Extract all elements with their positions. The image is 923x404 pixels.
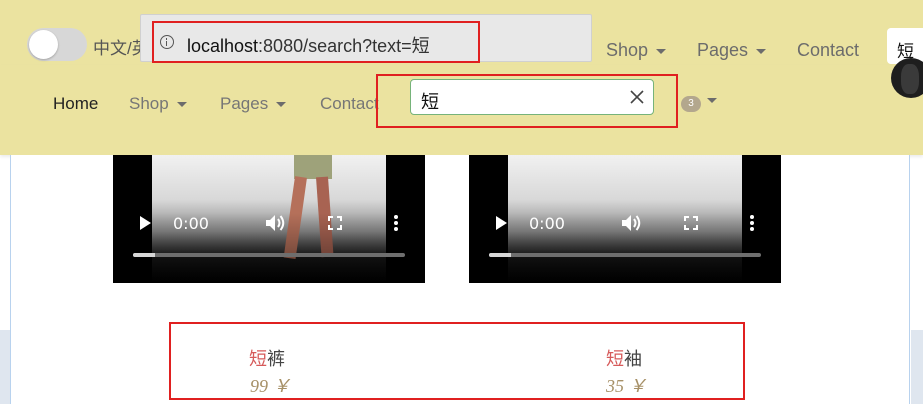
chevron-down-icon[interactable] <box>707 98 717 103</box>
left-strip <box>0 330 10 404</box>
chevron-down-icon <box>176 102 187 108</box>
video-player-2[interactable]: 0:00 <box>469 155 781 283</box>
url-highlight-box <box>152 21 480 63</box>
avatar[interactable] <box>891 58 923 98</box>
fullscreen-icon[interactable] <box>328 216 342 230</box>
navbar: Home Shop Pages Contact 短 3 <box>0 58 923 155</box>
chevron-down-icon <box>276 102 287 108</box>
product-highlight-box <box>169 322 745 400</box>
play-icon[interactable] <box>496 216 507 230</box>
more-icon[interactable] <box>750 215 754 231</box>
right-strip <box>911 330 923 404</box>
fullscreen-icon[interactable] <box>684 216 698 230</box>
back-nav-shop[interactable]: Shop <box>606 40 667 61</box>
video-time: 0:00 <box>173 214 209 233</box>
play-icon[interactable] <box>140 216 151 230</box>
video-time: 0:00 <box>529 214 565 233</box>
video-progress[interactable] <box>133 253 405 257</box>
chevron-down-icon <box>656 48 667 54</box>
nav-home[interactable]: Home <box>53 94 98 114</box>
video-player-1[interactable]: 0:00 <box>113 155 425 283</box>
back-nav-contact[interactable]: Contact <box>797 40 859 61</box>
language-toggle[interactable] <box>27 28 87 61</box>
nav-contact[interactable]: Contact <box>320 94 379 114</box>
nav-shop[interactable]: Shop <box>129 94 187 114</box>
cart-badge[interactable]: 3 <box>681 96 701 112</box>
more-icon[interactable] <box>394 215 398 231</box>
volume-icon[interactable] <box>621 214 643 232</box>
search-highlight-box <box>376 74 678 128</box>
video-progress[interactable] <box>489 253 761 257</box>
toggle-knob <box>29 30 58 59</box>
back-nav-pages[interactable]: Pages <box>697 40 767 61</box>
chevron-down-icon <box>756 48 767 54</box>
nav-pages[interactable]: Pages <box>220 94 287 114</box>
volume-icon[interactable] <box>265 214 287 232</box>
